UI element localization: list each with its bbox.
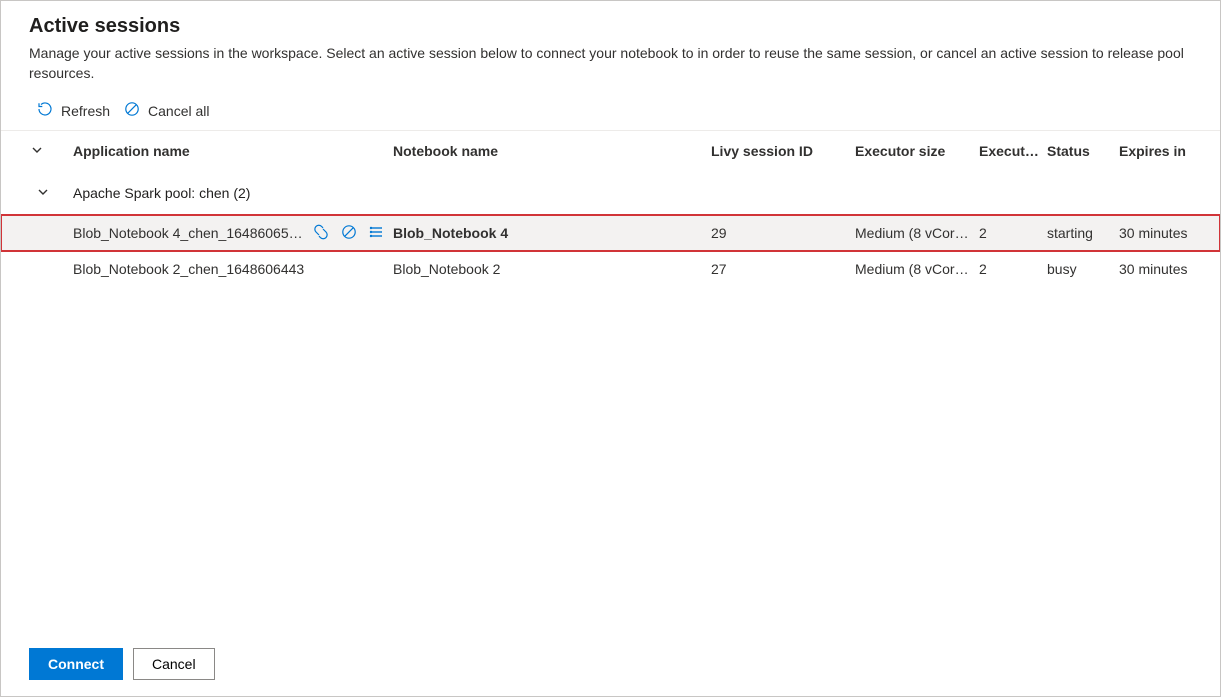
chevron-down-icon [37, 185, 49, 201]
cancel-all-icon [124, 101, 140, 120]
cell-livy-id: 29 [711, 225, 855, 241]
cancel-all-button[interactable]: Cancel all [124, 101, 209, 120]
expand-all-toggle[interactable] [1, 143, 73, 159]
refresh-icon [37, 101, 53, 120]
active-sessions-panel: Active sessions Manage your active sessi… [0, 0, 1221, 697]
column-header-status[interactable]: Status [1047, 143, 1119, 159]
connect-session-icon[interactable] [313, 224, 329, 243]
session-details-icon[interactable] [369, 224, 385, 243]
cell-notebook-name: Blob_Notebook 4 [393, 225, 711, 241]
chevron-down-icon [31, 143, 43, 159]
column-header-executor-size[interactable]: Executor size [855, 143, 979, 159]
session-row[interactable]: Blob_Notebook 2_chen_1648606443 Blob_Not… [1, 251, 1220, 287]
cell-status: starting [1047, 225, 1119, 241]
column-header-executor-count[interactable]: Execut… [979, 143, 1047, 159]
cell-app-name: Blob_Notebook 4_chen_16486065… [73, 225, 303, 241]
pool-group-row[interactable]: Apache Spark pool: chen (2) [1, 171, 1220, 215]
cell-app-name: Blob_Notebook 2_chen_1648606443 [73, 261, 304, 277]
cell-notebook-name: Blob_Notebook 2 [393, 261, 711, 277]
session-row[interactable]: Blob_Notebook 4_chen_16486065… [1, 215, 1220, 251]
column-header-expires-in[interactable]: Expires in [1119, 143, 1209, 159]
refresh-button[interactable]: Refresh [37, 101, 110, 120]
column-header-app-name[interactable]: Application name [73, 143, 393, 159]
column-header-livy-id[interactable]: Livy session ID [711, 143, 855, 159]
toolbar: Refresh Cancel all [1, 93, 1220, 131]
connect-button[interactable]: Connect [29, 648, 123, 680]
cell-executor-size: Medium (8 vCor… [855, 225, 979, 241]
panel-title: Active sessions [29, 15, 1192, 38]
cell-expires-in: 30 minutes [1119, 225, 1209, 241]
sessions-table: Application name Notebook name Livy sess… [1, 131, 1220, 634]
table-header-row: Application name Notebook name Livy sess… [1, 131, 1220, 171]
cell-executor-count: 2 [979, 261, 1047, 277]
cancel-button[interactable]: Cancel [133, 648, 215, 680]
cell-expires-in: 30 minutes [1119, 261, 1209, 277]
row-actions [313, 224, 385, 243]
refresh-label: Refresh [61, 103, 110, 119]
cell-executor-count: 2 [979, 225, 1047, 241]
cell-status: busy [1047, 261, 1119, 277]
cancel-session-icon[interactable] [341, 224, 357, 243]
cell-executor-size: Medium (8 vCor… [855, 261, 979, 277]
cancel-all-label: Cancel all [148, 103, 209, 119]
pool-group-label: Apache Spark pool: chen (2) [73, 185, 250, 201]
panel-description: Manage your active sessions in the works… [29, 44, 1192, 83]
cell-livy-id: 27 [711, 261, 855, 277]
column-header-notebook-name[interactable]: Notebook name [393, 143, 711, 159]
panel-footer: Connect Cancel [1, 634, 1220, 696]
panel-header: Active sessions Manage your active sessi… [1, 1, 1220, 93]
